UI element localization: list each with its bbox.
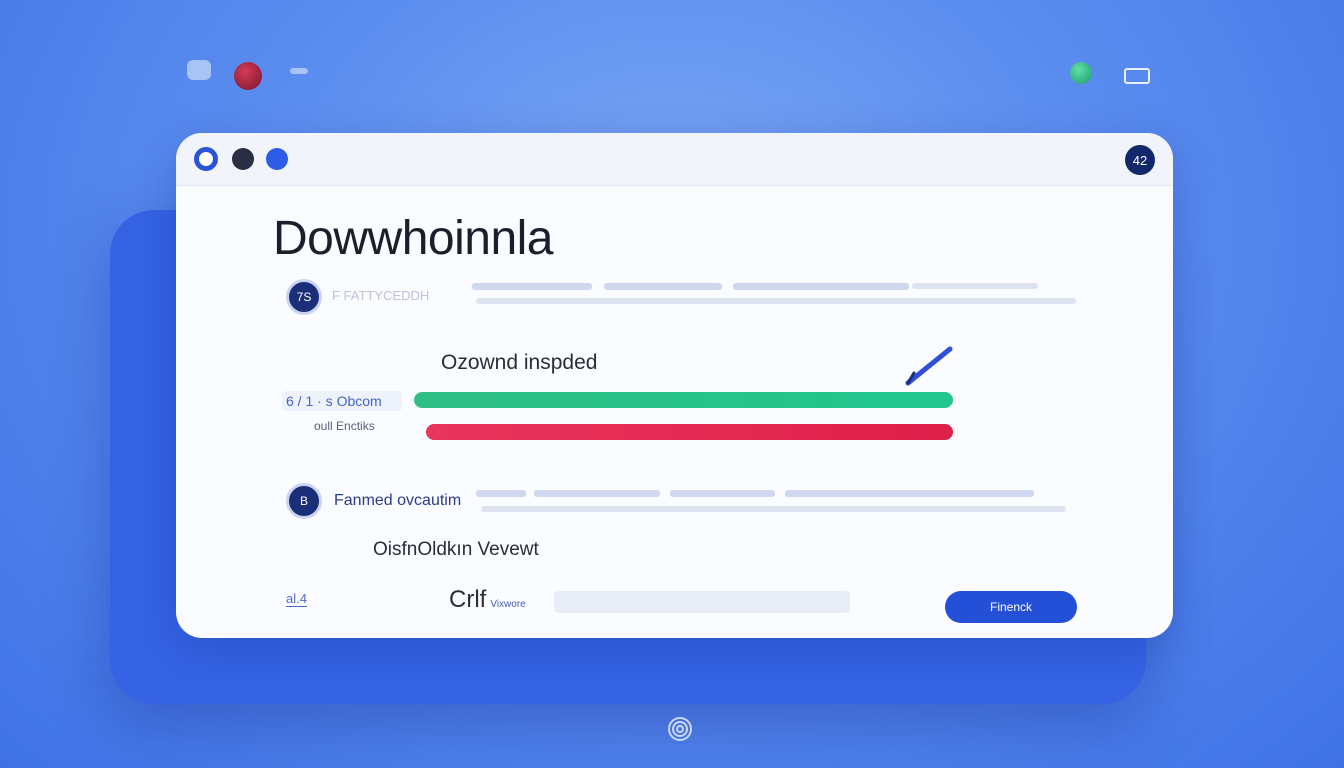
open-folder-label: OisfnOldkın Vevewt bbox=[373, 539, 539, 560]
footer-input-field[interactable] bbox=[554, 591, 850, 613]
file-label: F FATTYCEDDH bbox=[332, 288, 430, 303]
title-bar: 42 bbox=[176, 133, 1173, 186]
pen-icon[interactable] bbox=[904, 343, 956, 387]
placeholder-line bbox=[472, 283, 592, 290]
window-button-dark[interactable] bbox=[232, 148, 254, 170]
footer-label-small: Vixwore bbox=[490, 599, 526, 610]
account-badge[interactable]: 42 bbox=[1125, 145, 1155, 175]
download-status-title: Ozownd inspded bbox=[441, 351, 598, 374]
window-button-blue[interactable] bbox=[194, 147, 218, 171]
placeholder-line bbox=[481, 506, 1066, 512]
bg-dot-small bbox=[290, 68, 308, 74]
download-window: 42 Dowwhoinnla 7S F FATTYCEDDH Ozownd in… bbox=[176, 133, 1173, 638]
placeholder-line bbox=[476, 298, 1076, 304]
placeholder-line bbox=[604, 283, 722, 290]
bg-dot-light bbox=[187, 60, 211, 80]
bg-dot-green bbox=[1070, 62, 1092, 84]
file-icon: 7S bbox=[286, 279, 322, 315]
placeholder-line bbox=[912, 283, 1038, 289]
progress-bar-red bbox=[426, 424, 953, 440]
window-button-blue-2[interactable] bbox=[266, 148, 288, 170]
speed-sublabel: oull Enctiks bbox=[314, 419, 375, 433]
placeholder-line bbox=[670, 490, 775, 497]
placeholder-line bbox=[476, 490, 526, 497]
placeholder-line bbox=[534, 490, 660, 497]
speed-label: 6 / 1 · s Obcom bbox=[282, 391, 402, 411]
placeholder-line bbox=[733, 283, 909, 290]
format-label: Fanmed ovcautim bbox=[334, 492, 462, 509]
footer-label: Crlf Vixwore bbox=[449, 586, 526, 614]
placeholder-line bbox=[785, 490, 1034, 497]
footer-label-text: Crlf bbox=[449, 586, 487, 613]
fingerprint-icon[interactable] bbox=[667, 716, 693, 742]
footer-link[interactable]: al.4 bbox=[286, 591, 307, 607]
finish-button[interactable]: Finenck bbox=[945, 591, 1077, 623]
bg-dot-hat bbox=[1124, 68, 1150, 84]
progress-bar-green bbox=[414, 392, 953, 408]
page-title: Dowwhoinnla bbox=[273, 212, 554, 265]
bg-dot-red bbox=[234, 62, 262, 90]
format-icon: B bbox=[286, 483, 322, 519]
